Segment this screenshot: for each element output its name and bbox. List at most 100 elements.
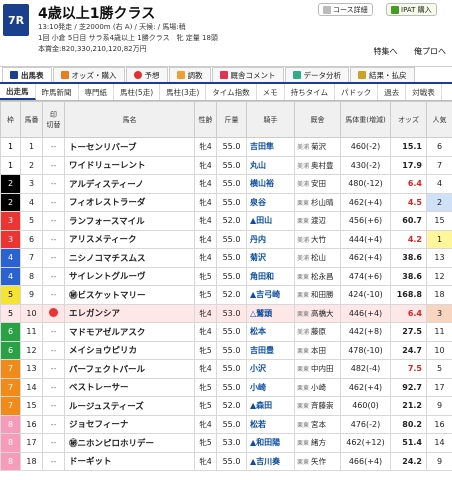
jockey-name[interactable]: 横山裕 xyxy=(246,174,295,194)
horse-name[interactable]: パーフェクトパール xyxy=(64,359,195,379)
trainer-cell[interactable]: 栗東 高橋大 xyxy=(294,303,341,323)
odds[interactable]: 4.5 xyxy=(390,192,427,212)
trainer-cell[interactable]: 栗東 斉藤崇 xyxy=(294,396,341,416)
mark-cell[interactable]: -- xyxy=(42,248,65,268)
mark-cell[interactable]: -- xyxy=(42,377,65,397)
mark-cell[interactable]: -- xyxy=(42,340,65,360)
mark-cell[interactable]: -- xyxy=(42,359,65,379)
mark-cell[interactable]: ◎ xyxy=(42,303,65,323)
jockey-name[interactable]: ▲和田陽 xyxy=(246,433,295,453)
table-row[interactable]: 6 12 -- メイショウピリカ 牝5 55.0 吉田豊 栗東 本田 478(-10) 24.7 10 xyxy=(0,340,452,360)
tab-odds[interactable]: オッズ・購入 xyxy=(52,67,125,82)
horse-name[interactable]: メイショウピリカ xyxy=(64,340,195,360)
trainer-cell[interactable]: 美浦 奥村豊 xyxy=(294,155,341,175)
table-row[interactable]: 2 3 -- アルディスティーノ 牝4 55.0 横山裕 美浦 安田 480(-12) 6.4 4 xyxy=(0,174,452,194)
mark-cell[interactable]: -- xyxy=(42,192,65,212)
mark-cell[interactable]: -- xyxy=(42,229,65,249)
trainer-cell[interactable]: 美浦 大竹 xyxy=(294,229,341,249)
table-row[interactable]: 7 13 -- パーフェクトパール 牝4 55.0 小沢 栗東 中内田 482(-4) 7.5 5 xyxy=(0,359,452,379)
horse-name[interactable]: ベストレーサー xyxy=(64,377,195,397)
trainer-cell[interactable]: 栗東 小崎 xyxy=(294,377,341,397)
odds[interactable]: 24.2 xyxy=(390,451,427,471)
trainer-cell[interactable]: 栗東 松永昌 xyxy=(294,266,341,286)
mark-cell[interactable]: -- xyxy=(42,266,65,286)
odds[interactable]: 4.2 xyxy=(390,229,427,249)
table-row[interactable]: 2 4 -- フィオレストラーダ 牝4 55.0 泉谷 栗東 杉山晴 462(+4) 4.5 2 xyxy=(0,192,452,212)
subtab-3[interactable]: 馬柱(5走) xyxy=(114,84,161,100)
table-row[interactable]: 7 14 -- ベストレーサー 牝5 55.0 小崎 栗東 小崎 462(+4) 92.7 17 xyxy=(0,377,452,397)
special-link[interactable]: 特集へ xyxy=(373,47,397,56)
table-row[interactable]: 3 6 -- アリスメティーク 牝4 55.0 丹内 美浦 大竹 444(+4) 4.2 1 xyxy=(0,229,452,249)
subtab-10[interactable]: 対戦表 xyxy=(406,84,442,100)
odds[interactable]: 24.7 xyxy=(390,340,427,360)
horse-name[interactable]: サイレントグルーヴ xyxy=(64,266,195,286)
horse-name[interactable]: ㊙ビスケットマリー xyxy=(64,285,195,305)
trainer-cell[interactable]: 栗東 中内田 xyxy=(294,359,341,379)
course-detail-button[interactable]: コース詳細 xyxy=(318,3,373,16)
odds[interactable]: 6.4 xyxy=(390,303,427,323)
jockey-name[interactable]: 角田和 xyxy=(246,266,295,286)
mark-cell[interactable]: -- xyxy=(42,137,65,157)
horse-name[interactable]: アリスメティーク xyxy=(64,229,195,249)
tab-prediction[interactable]: 予想 xyxy=(125,67,168,82)
trainer-cell[interactable]: 栗東 宮本 xyxy=(294,414,341,434)
horse-name[interactable]: ニシノコマチスムス xyxy=(64,248,195,268)
table-row[interactable]: 6 11 -- マドモアゼルアスク 牝4 55.0 松本 美浦 藤原 442(+8) 27.5 11 xyxy=(0,322,452,342)
horse-name[interactable]: ㊙ニホンピロホリデー xyxy=(64,433,195,453)
table-row[interactable]: 4 7 -- ニシノコマチスムス 牝4 55.0 菊沢 美浦 松山 462(+4) 38.6 13 xyxy=(0,248,452,268)
table-row[interactable]: 8 17 -- ㊙ニホンピロホリデー 牝5 53.0 ▲和田陽 栗東 緒方 462(+12) 51.… xyxy=(0,433,452,453)
trainer-cell[interactable]: 栗東 緒方 xyxy=(294,433,341,453)
subtab-4[interactable]: 馬柱(3走) xyxy=(160,84,207,100)
subtab-8[interactable]: パドック xyxy=(335,84,379,100)
table-row[interactable]: 8 18 -- ドーギット 牝4 55.0 ▲吉川奏 栗東 矢作 466(+4) 24.2 9 xyxy=(0,451,452,471)
jockey-name[interactable]: 小沢 xyxy=(246,359,295,379)
trainer-cell[interactable]: 栗東 渡辺 xyxy=(294,211,341,231)
trainer-cell[interactable]: 美浦 菊沢 xyxy=(294,137,341,157)
subtab-0[interactable]: 出走馬 xyxy=(0,84,36,100)
trainer-cell[interactable]: 美浦 安田 xyxy=(294,174,341,194)
jockey-name[interactable]: ▲森田 xyxy=(246,396,295,416)
mark-cell[interactable]: -- xyxy=(42,174,65,194)
table-row[interactable]: 510◎エレガンシア牝453.0△鷲頭栗東高橋大446(+4)6.43 xyxy=(0,303,452,323)
horse-name[interactable]: ジョセフィーナ xyxy=(64,414,195,434)
header-pop[interactable]: 人気 xyxy=(426,101,452,138)
jockey-name[interactable]: 小崎 xyxy=(246,377,295,397)
trainer-cell[interactable]: 栗東 本田 xyxy=(294,340,341,360)
table-row[interactable]: 7 15 -- ルージュスティーズ 牝5 52.0 ▲森田 栗東 斉藤崇 460(0) 21.2 9 xyxy=(0,396,452,416)
jockey-name[interactable]: 松本 xyxy=(246,322,295,342)
odds[interactable]: 6.4 xyxy=(390,174,427,194)
odds[interactable]: 92.7 xyxy=(390,377,427,397)
header-odds[interactable]: オッズ xyxy=(390,101,427,138)
trainer-cell[interactable]: 栗東 矢作 xyxy=(294,451,341,471)
table-row[interactable]: 5 9 -- ㊙ビスケットマリー 牝5 52.0 ▲吉弓崎 栗東 和田勝 424(-10) 168.… xyxy=(0,285,452,305)
my-pro-link[interactable]: 俺プロへ xyxy=(414,47,446,56)
mark-cell[interactable]: -- xyxy=(42,285,65,305)
mark-cell[interactable]: -- xyxy=(42,433,65,453)
subtab-5[interactable]: タイム指数 xyxy=(206,84,257,100)
tab-comments[interactable]: 厩舎コメント xyxy=(211,67,284,82)
jockey-name[interactable]: 吉田豊 xyxy=(246,340,295,360)
table-row[interactable]: 1 1 -- トーセンリバーブ 牝4 55.0 吉田隼 美浦 菊沢 460(-2) 15.1 6 xyxy=(0,137,452,157)
jockey-name[interactable]: 松若 xyxy=(246,414,295,434)
odds[interactable]: 15.1 xyxy=(390,137,427,157)
mark-cell[interactable]: -- xyxy=(42,211,65,231)
table-row[interactable]: 3 5 -- ランフォースマイル 牝4 52.0 ▲田山 栗東 渡辺 456(+6) 60.7 15 xyxy=(0,211,452,231)
horse-name[interactable]: ドーギット xyxy=(64,451,195,471)
mark-cell[interactable]: -- xyxy=(42,451,65,471)
jockey-name[interactable]: ▲田山 xyxy=(246,211,295,231)
table-row[interactable]: 1 2 -- ワイドリューレント 牝4 55.0 丸山 美浦 奥村豊 430(-2) 17.9 7 xyxy=(0,155,452,175)
odds[interactable]: 51.4 xyxy=(390,433,427,453)
ipat-button[interactable]: IPAT 購入 xyxy=(386,3,437,16)
odds[interactable]: 80.2 xyxy=(390,414,427,434)
mark-cell[interactable]: -- xyxy=(42,155,65,175)
horse-name[interactable]: フィオレストラーダ xyxy=(64,192,195,212)
odds[interactable]: 21.2 xyxy=(390,396,427,416)
odds[interactable]: 168.8 xyxy=(390,285,427,305)
jockey-name[interactable]: 吉田隼 xyxy=(246,137,295,157)
jockey-name[interactable]: 丹内 xyxy=(246,229,295,249)
tab-data[interactable]: データ分析 xyxy=(284,67,349,82)
odds[interactable]: 38.6 xyxy=(390,248,427,268)
odds[interactable]: 7.5 xyxy=(390,359,427,379)
odds[interactable]: 27.5 xyxy=(390,322,427,342)
odds[interactable]: 60.7 xyxy=(390,211,427,231)
